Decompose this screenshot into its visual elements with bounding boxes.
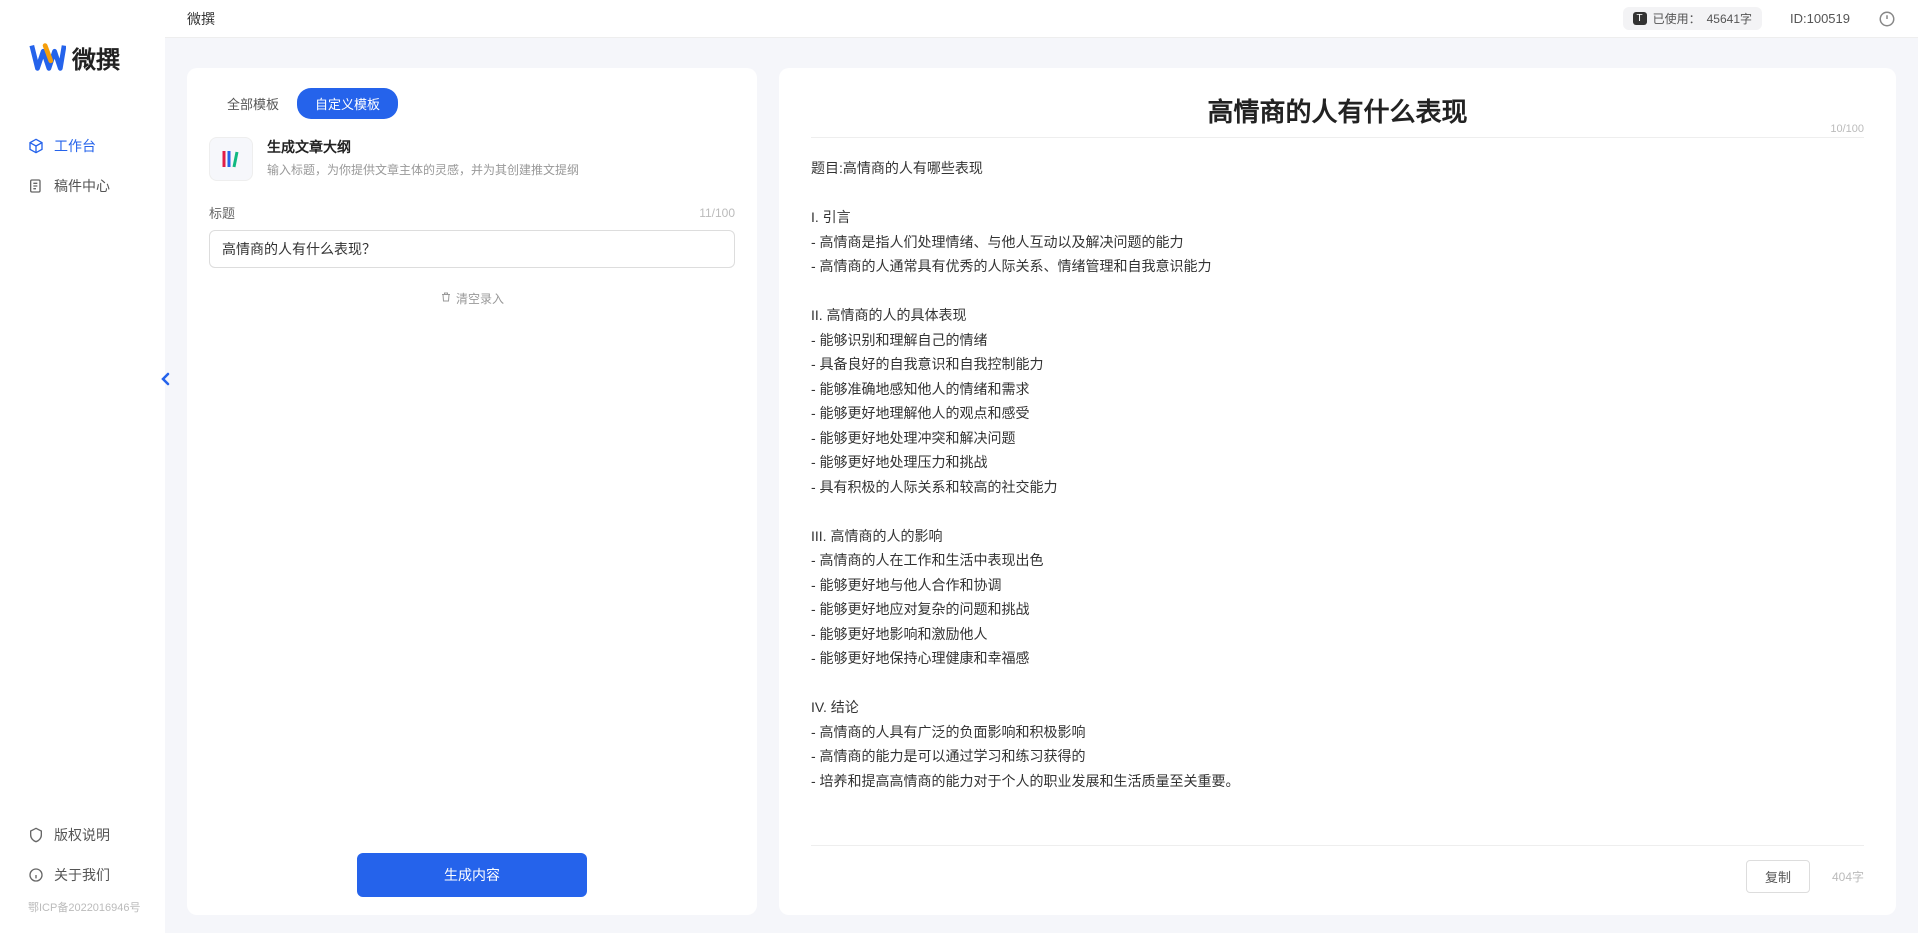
sidebar-item-label: 工作台 [54,136,96,156]
topbar: 微撰 T 已使用： 45641字 ID:100519 [165,0,1918,38]
template-icon [209,137,253,181]
template-tabs: 全部模板 自定义模板 [209,88,735,119]
output-title: 高情商的人有什么表现 [811,92,1864,129]
power-icon[interactable] [1878,10,1896,28]
divider [811,137,1864,138]
title-label: 标题 [209,203,235,222]
trash-icon [440,291,452,306]
tab-custom-templates[interactable]: 自定义模板 [297,88,398,119]
sidebar-item-copyright[interactable]: 版权说明 [0,815,165,855]
output-panel: 高情商的人有什么表现 10/100 题目:高情商的人有哪些表现 I. 引言 - … [779,68,1896,915]
sidebar-item-label: 版权说明 [54,825,110,845]
sidebar-item-workbench[interactable]: 工作台 [0,126,165,166]
usage-indicator[interactable]: T 已使用： 45641字 [1623,7,1763,30]
content: 全部模板 自定义模板 生成文章大纲 输入标题，为你提供文章主体的灵感，并为其创建… [165,38,1918,933]
sidebar-bottom: 版权说明 关于我们 鄂ICP备2022016946号 [0,815,165,933]
sidebar-item-about[interactable]: 关于我们 [0,855,165,895]
brand-name: 微撰 [72,40,120,75]
generate-button[interactable]: 生成内容 [357,853,587,897]
info-icon [28,867,44,883]
sidebar-item-label: 关于我们 [54,865,110,885]
page-title: 微撰 [187,9,215,29]
clear-input-button[interactable]: 清空录入 [209,290,735,307]
tab-all-templates[interactable]: 全部模板 [209,88,297,119]
sidebar-item-drafts[interactable]: 稿件中心 [0,166,165,206]
copy-button[interactable]: 复制 [1746,860,1810,893]
shield-icon [28,827,44,843]
sidebar-nav: 工作台 稿件中心 [0,106,165,815]
sidebar-item-label: 稿件中心 [54,176,110,196]
clear-input-label: 清空录入 [456,290,504,307]
template-card: 生成文章大纲 输入标题，为你提供文章主体的灵感，并为其创建推文提纲 [209,137,735,181]
cube-icon [28,138,44,154]
output-word-count: 404字 [1832,868,1864,885]
usage-prefix: 已使用： [1653,10,1701,27]
template-desc: 输入标题，为你提供文章主体的灵感，并为其创建推文提纲 [267,161,735,178]
title-input[interactable] [209,230,735,268]
usage-badge: T [1633,12,1647,25]
template-title: 生成文章大纲 [267,137,735,157]
user-id: ID:100519 [1790,11,1850,26]
output-title-count: 10/100 [1830,123,1864,135]
brand-logo: 微撰 [0,0,165,106]
icp-text: 鄂ICP备2022016946号 [0,895,165,923]
title-char-count: 11/100 [699,206,735,220]
input-panel: 全部模板 自定义模板 生成文章大纲 输入标题，为你提供文章主体的灵感，并为其创建… [187,68,757,915]
sidebar: 微撰 工作台 稿件中心 版权说明 [0,0,165,933]
usage-value: 45641字 [1707,10,1752,27]
document-icon [28,178,44,194]
main: 微撰 T 已使用： 45641字 ID:100519 全部模板 自定义模板 [165,0,1918,933]
output-body: 题目:高情商的人有哪些表现 I. 引言 - 高情商是指人们处理情绪、与他人互动以… [811,156,1864,845]
brand-logo-icon [28,38,66,76]
sidebar-collapse-handle[interactable] [156,368,174,390]
